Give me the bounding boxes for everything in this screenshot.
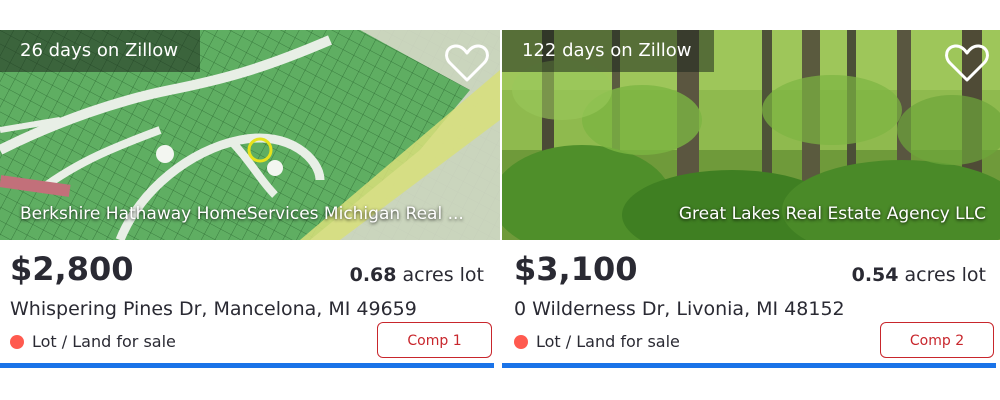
comp-button[interactable]: Comp 2 [880,322,994,358]
listing-card-2[interactable]: 122 days on Zillow Great Lakes Real Esta… [502,0,1000,400]
status-label: Lot / Land for sale [536,332,680,351]
heart-icon[interactable] [944,42,990,84]
days-on-site-badge: 26 days on Zillow [0,30,201,72]
status-label: Lot / Land for sale [32,332,176,351]
broker-name: Berkshire Hathaway HomeServices Michigan… [20,204,464,224]
address-link[interactable]: 0 Wilderness Dr, Livonia, MI 48152 [514,298,845,320]
listing-status: Lot / Land for sale [514,332,680,351]
status-dot-icon [514,334,528,349]
lot-size: 0.68 acres lot [350,264,484,286]
address-link[interactable]: Whispering Pines Dr, Mancelona, MI 49659 [10,298,417,320]
price: $3,100 [514,250,638,288]
lot-size: 0.54 acres lot [852,264,986,286]
listing-status: Lot / Land for sale [10,332,176,351]
lot-size-unit: acres lot [402,264,484,286]
comp-button[interactable]: Comp 1 [377,322,492,358]
days-on-site-badge: 122 days on Zillow [502,30,714,72]
broker-name: Great Lakes Real Estate Agency LLC [678,204,986,224]
listing-photo[interactable]: 26 days on Zillow Berkshire Hathaway Hom… [0,30,500,240]
lot-size-unit: acres lot [904,264,986,286]
heart-icon[interactable] [444,42,490,84]
listing-card-1[interactable]: 26 days on Zillow Berkshire Hathaway Hom… [0,0,500,400]
status-dot-icon [10,334,24,349]
card-underline [502,363,996,368]
price: $2,800 [10,250,134,288]
lot-size-value: 0.54 [851,264,899,286]
card-underline [0,363,494,368]
listing-photo[interactable]: 122 days on Zillow Great Lakes Real Esta… [502,30,1000,240]
lot-size-value: 0.68 [349,264,397,286]
